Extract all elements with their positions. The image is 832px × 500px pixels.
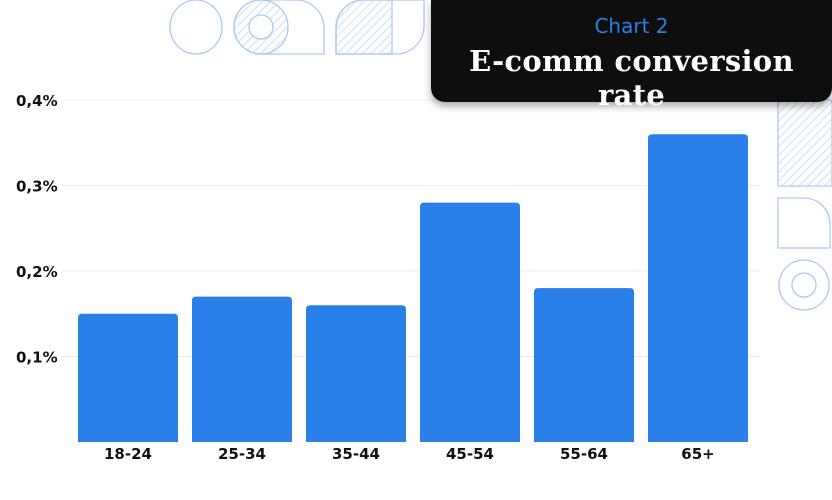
x-axis-ticks: 18-24 25-34 35-44 45-54 55-64 65+ bbox=[104, 445, 715, 463]
bar-18-24 bbox=[78, 313, 178, 442]
bars bbox=[78, 134, 748, 442]
x-tick-label: 18-24 bbox=[104, 445, 152, 463]
bar-55-64 bbox=[534, 288, 634, 442]
y-tick-label: 0,4% bbox=[16, 92, 58, 110]
y-tick-label: 0,2% bbox=[16, 263, 58, 281]
bar-35-44 bbox=[306, 305, 406, 442]
x-tick-label: 45-54 bbox=[446, 445, 494, 463]
y-tick-label: 0,1% bbox=[16, 349, 58, 367]
x-tick-label: 35-44 bbox=[332, 445, 380, 463]
y-axis-ticks: 0,1% 0,2% 0,3% 0,4% bbox=[16, 92, 58, 367]
y-tick-label: 0,3% bbox=[16, 178, 58, 196]
x-tick-label: 55-64 bbox=[560, 445, 608, 463]
bar-45-54 bbox=[420, 202, 520, 442]
bar-25-34 bbox=[192, 296, 292, 442]
x-tick-label: 65+ bbox=[681, 445, 714, 463]
title-box: Chart 2 E-comm conversion rate bbox=[431, 0, 832, 112]
chart-subtitle: Chart 2 bbox=[594, 14, 669, 38]
chart-title: E-comm conversion rate bbox=[469, 44, 794, 112]
bar-65+ bbox=[648, 134, 748, 442]
x-tick-label: 25-34 bbox=[218, 445, 266, 463]
